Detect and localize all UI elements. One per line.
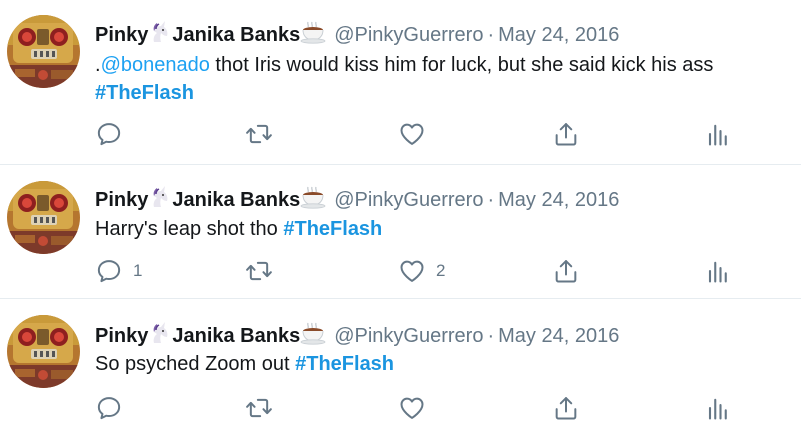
hot-beverage-icon xyxy=(300,185,328,215)
tweet-header: Pinky Janika Banks @PinkyGuerrero · May 24, … xyxy=(95,20,619,50)
retweet-button[interactable] xyxy=(245,257,273,285)
tweet-actions xyxy=(95,394,735,422)
reply-button[interactable] xyxy=(95,120,133,148)
user-handle[interactable]: @PinkyGuerrero xyxy=(334,189,483,211)
unicorn-icon xyxy=(148,20,172,50)
share-button[interactable] xyxy=(552,120,580,148)
tweet[interactable]: Pinky Janika Banks @PinkyGuerrero · May 24, … xyxy=(0,299,801,433)
user-handle[interactable]: @PinkyGuerrero xyxy=(334,24,483,46)
tweet-header: Pinky Janika Banks @PinkyGuerrero · May 24, … xyxy=(95,185,619,215)
heart-icon xyxy=(398,394,426,422)
analytics-icon xyxy=(703,120,731,148)
reply-count: 1 xyxy=(133,261,143,280)
tweet-date[interactable]: May 24, 2016 xyxy=(498,189,619,211)
display-name[interactable]: Pinky Janika Banks xyxy=(95,189,328,211)
user-handle[interactable]: @PinkyGuerrero xyxy=(334,325,483,347)
avatar[interactable] xyxy=(7,15,80,88)
tweet-date[interactable]: May 24, 2016 xyxy=(498,325,619,347)
share-button[interactable] xyxy=(552,257,580,285)
share-icon xyxy=(552,394,580,422)
tweet[interactable]: Pinky Janika Banks @PinkyGuerrero · May 24, … xyxy=(0,165,801,299)
like-button[interactable] xyxy=(398,120,436,148)
mention-link[interactable]: @bonenado xyxy=(101,54,210,76)
heart-icon xyxy=(398,120,426,148)
analytics-icon xyxy=(703,257,731,285)
avatar[interactable] xyxy=(7,315,80,388)
tweet[interactable]: Pinky Janika Banks @PinkyGuerrero · May 24, … xyxy=(0,0,801,165)
separator-dot: · xyxy=(487,24,495,46)
share-button[interactable] xyxy=(552,394,580,422)
like-count: 2 xyxy=(436,261,446,280)
like-button[interactable]: 2 xyxy=(398,257,445,285)
hot-beverage-icon xyxy=(300,321,328,351)
tweet-actions: 1 2 xyxy=(95,257,735,285)
reply-button[interactable]: 1 xyxy=(95,257,142,285)
hashtag-link[interactable]: #TheFlash xyxy=(283,218,382,240)
analytics-button[interactable] xyxy=(703,257,731,285)
tweet-text: .@bonenado thot Iris would kiss him for … xyxy=(95,54,714,104)
separator-dot: · xyxy=(487,325,495,347)
reply-icon xyxy=(95,394,123,422)
share-icon xyxy=(552,257,580,285)
heart-icon xyxy=(398,257,426,285)
avatar[interactable] xyxy=(7,181,80,254)
hashtag-link[interactable]: #TheFlash xyxy=(295,353,394,375)
analytics-button[interactable] xyxy=(703,394,731,422)
tweet-text: So psyched Zoom out #TheFlash xyxy=(95,353,395,375)
display-name[interactable]: Pinky Janika Banks xyxy=(95,24,328,46)
reply-icon xyxy=(95,120,123,148)
analytics-button[interactable] xyxy=(703,120,731,148)
hashtag-link[interactable]: #TheFlash xyxy=(95,82,194,104)
separator-dot: · xyxy=(487,189,495,211)
retweet-icon xyxy=(245,257,273,285)
tweet-date[interactable]: May 24, 2016 xyxy=(498,24,619,46)
tweet-actions xyxy=(95,120,735,148)
retweet-icon xyxy=(245,120,273,148)
share-icon xyxy=(552,120,580,148)
reply-button[interactable] xyxy=(95,394,133,422)
hot-beverage-icon xyxy=(300,20,328,50)
tweet-text: Harry's leap shot tho #TheFlash xyxy=(95,218,383,240)
display-name[interactable]: Pinky Janika Banks xyxy=(95,325,328,347)
unicorn-icon xyxy=(148,321,172,351)
like-button[interactable] xyxy=(398,394,436,422)
unicorn-icon xyxy=(148,185,172,215)
reply-icon xyxy=(95,257,123,285)
retweet-button[interactable] xyxy=(245,394,273,422)
tweet-header: Pinky Janika Banks @PinkyGuerrero · May 24, … xyxy=(95,321,619,351)
analytics-icon xyxy=(703,394,731,422)
retweet-icon xyxy=(245,394,273,422)
retweet-button[interactable] xyxy=(245,120,273,148)
